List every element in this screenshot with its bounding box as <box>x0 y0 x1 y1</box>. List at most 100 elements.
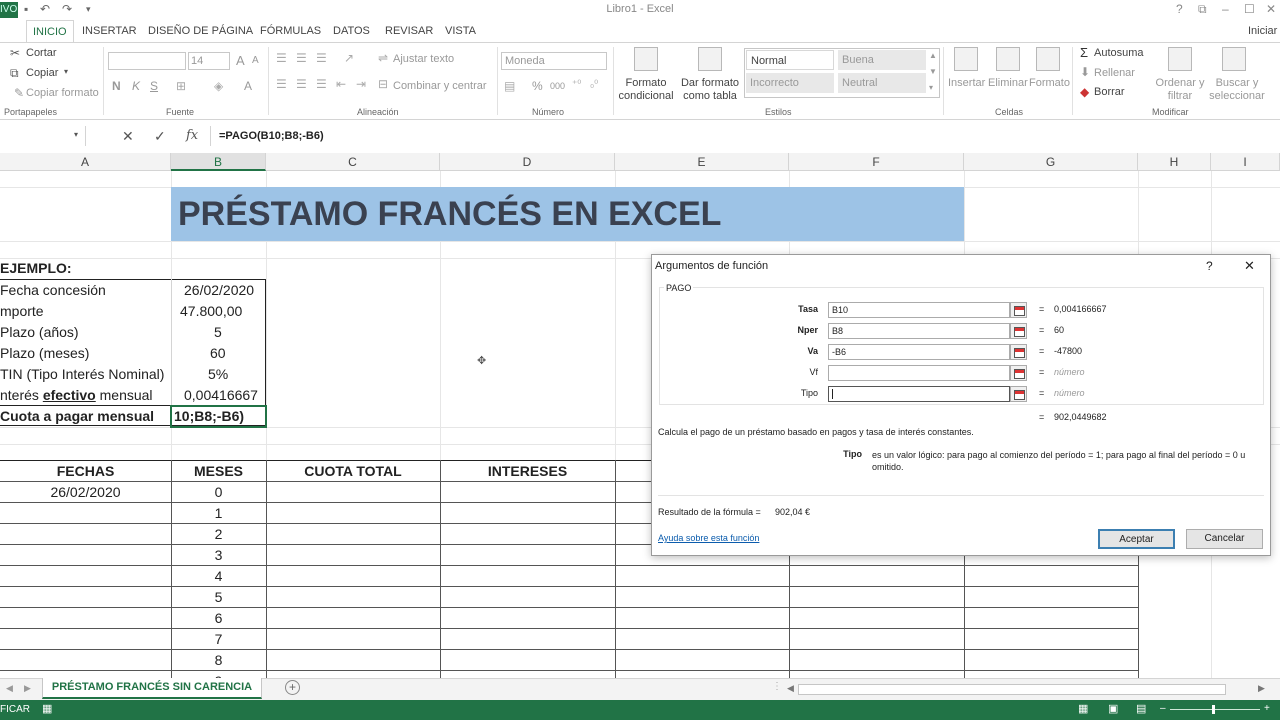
param-value[interactable]: 47.800,00 <box>180 301 242 322</box>
align-center-icon[interactable]: ☰ <box>296 77 307 91</box>
arg-input-tipo[interactable] <box>828 386 1010 402</box>
fill-color-icon[interactable]: ◈ <box>214 79 223 93</box>
formula-input[interactable]: =PAGO(B10;B8;-B6) <box>219 130 324 142</box>
tab-revisar[interactable]: REVISAR <box>379 20 439 42</box>
minimize-icon[interactable]: – <box>1222 2 1229 16</box>
wrap-text-button[interactable]: Ajustar texto <box>393 53 454 65</box>
column-header-i[interactable]: I <box>1211 153 1280 171</box>
column-header-c[interactable]: C <box>266 153 440 171</box>
param-label[interactable]: mporte <box>0 301 44 322</box>
param-label[interactable]: nterés efectivo mensual <box>0 385 153 406</box>
ribbon-display-icon[interactable]: ⧉ <box>1198 2 1207 17</box>
arg-input-tasa[interactable]: B10 <box>828 302 1010 318</box>
table-cell-month[interactable]: 9 <box>171 671 266 678</box>
table-header[interactable]: MESES <box>171 461 266 482</box>
underline-button[interactable]: S <box>150 79 158 93</box>
format-painter-button[interactable]: Copiar formato <box>26 87 99 99</box>
tab-formulas[interactable]: FÓRMULAS <box>254 20 327 42</box>
collapse-dialog-icon[interactable] <box>1010 323 1027 339</box>
tab-vista[interactable]: VISTA <box>439 20 482 42</box>
align-right-icon[interactable]: ☰ <box>316 77 327 91</box>
copy-button[interactable]: Copiar <box>26 67 58 79</box>
accounting-format-icon[interactable]: ▤ <box>504 79 515 93</box>
dialog-help-button[interactable]: ? <box>1206 259 1213 273</box>
tab-split-handle[interactable]: ⋮ <box>772 681 782 692</box>
align-bottom-icon[interactable]: ☰ <box>316 51 327 65</box>
increase-indent-icon[interactable]: ⇥ <box>356 77 366 91</box>
param-label[interactable]: Cuota a pagar mensual <box>0 406 154 427</box>
align-left-icon[interactable]: ☰ <box>276 77 287 91</box>
table-cell-date[interactable]: 26/02/2020 <box>0 482 171 503</box>
zoom-in-icon[interactable]: + <box>1264 703 1270 714</box>
tab-diseno[interactable]: DISEÑO DE PÁGINA <box>142 20 259 42</box>
ok-button[interactable]: Aceptar <box>1098 529 1175 549</box>
param-value[interactable]: 5 <box>214 322 222 343</box>
param-value[interactable]: 5% <box>208 364 228 385</box>
param-value[interactable]: 26/02/2020 <box>184 280 254 301</box>
scroll-down-icon[interactable]: ▼ <box>929 67 937 76</box>
style-good[interactable]: Buena <box>838 50 926 70</box>
page-layout-icon[interactable]: ▣ <box>1108 702 1118 715</box>
delete-cells-button[interactable]: Eliminar <box>988 77 1028 89</box>
collapse-dialog-icon[interactable] <box>1010 302 1027 318</box>
help-link[interactable]: Ayuda sobre esta función <box>658 533 759 543</box>
clear-button[interactable]: Borrar <box>1094 86 1125 98</box>
page-break-icon[interactable]: ▤ <box>1136 702 1146 715</box>
zoom-slider-thumb[interactable] <box>1212 705 1215 714</box>
table-header[interactable]: INTERESES <box>440 461 615 482</box>
format-as-table-button[interactable]: Dar formato como tabla <box>678 77 742 103</box>
table-cell-month[interactable]: 5 <box>171 587 266 608</box>
bold-button[interactable]: N <box>112 79 121 93</box>
param-value[interactable]: 0,00416667 <box>184 385 258 406</box>
add-sheet-icon[interactable]: + <box>285 680 300 695</box>
percent-button[interactable]: % <box>532 79 543 93</box>
table-cell-month[interactable]: 7 <box>171 629 266 650</box>
more-styles-icon[interactable]: ▾ <box>929 83 933 92</box>
italic-button[interactable]: K <box>132 79 140 93</box>
fill-button[interactable]: Rellenar <box>1094 67 1135 79</box>
enter-formula-icon[interactable]: ✓ <box>154 128 166 145</box>
tab-insertar[interactable]: INSERTAR <box>76 20 143 42</box>
font-color-icon[interactable]: A <box>244 79 252 93</box>
param-value[interactable]: 60 <box>210 343 226 364</box>
maximize-icon[interactable]: ☐ <box>1244 2 1255 16</box>
help-icon[interactable]: ? <box>1176 2 1183 16</box>
align-top-icon[interactable]: ☰ <box>276 51 287 65</box>
param-label[interactable]: TIN (Tipo Interés Nominal) <box>0 364 164 385</box>
column-header-a[interactable]: A <box>0 153 171 171</box>
decrease-decimal-icon[interactable]: ₀⁰ <box>590 79 598 90</box>
collapse-dialog-icon[interactable] <box>1010 365 1027 381</box>
format-cells-button[interactable]: Formato <box>1029 77 1070 89</box>
param-label[interactable]: Plazo (años) <box>0 322 79 343</box>
column-header-f[interactable]: F <box>789 153 964 171</box>
cell-editing-value[interactable]: 10;B8;-B6) <box>174 406 244 427</box>
grow-font-icon[interactable]: A <box>236 53 245 68</box>
arg-input-va[interactable]: -B6 <box>828 344 1010 360</box>
zoom-slider[interactable] <box>1170 709 1260 710</box>
sign-in-link[interactable]: Iniciar <box>1242 20 1280 42</box>
macro-record-icon[interactable]: ▦ <box>42 702 52 715</box>
table-cell-month[interactable]: 0 <box>171 482 266 503</box>
scroll-up-icon[interactable]: ▲ <box>929 51 937 60</box>
cancel-formula-icon[interactable]: ✕ <box>122 128 134 145</box>
tab-inicio[interactable]: INICIO <box>26 20 74 42</box>
column-header-b[interactable]: B <box>171 153 266 171</box>
table-cell-month[interactable]: 3 <box>171 545 266 566</box>
table-header[interactable]: CUOTA TOTAL <box>266 461 440 482</box>
insert-cells-button[interactable]: Insertar <box>948 77 985 89</box>
table-cell-month[interactable]: 1 <box>171 503 266 524</box>
column-header-h[interactable]: H <box>1138 153 1211 171</box>
normal-view-icon[interactable]: ▦ <box>1078 702 1088 715</box>
close-window-icon[interactable]: ✕ <box>1266 2 1276 16</box>
column-header-d[interactable]: D <box>440 153 615 171</box>
table-cell-month[interactable]: 2 <box>171 524 266 545</box>
arg-input-vf[interactable] <box>828 365 1010 381</box>
scroll-right-icon[interactable]: ▶ <box>24 683 31 694</box>
insert-function-icon[interactable]: fx <box>186 128 198 143</box>
table-cell-month[interactable]: 4 <box>171 566 266 587</box>
borders-icon[interactable]: ⊞ <box>176 79 186 93</box>
table-header[interactable]: FECHAS <box>0 461 171 482</box>
conditional-format-button[interactable]: Formato condicional <box>616 77 676 103</box>
style-bad[interactable]: Incorrecto <box>746 73 834 93</box>
autosum-button[interactable]: Autosuma <box>1094 47 1144 59</box>
